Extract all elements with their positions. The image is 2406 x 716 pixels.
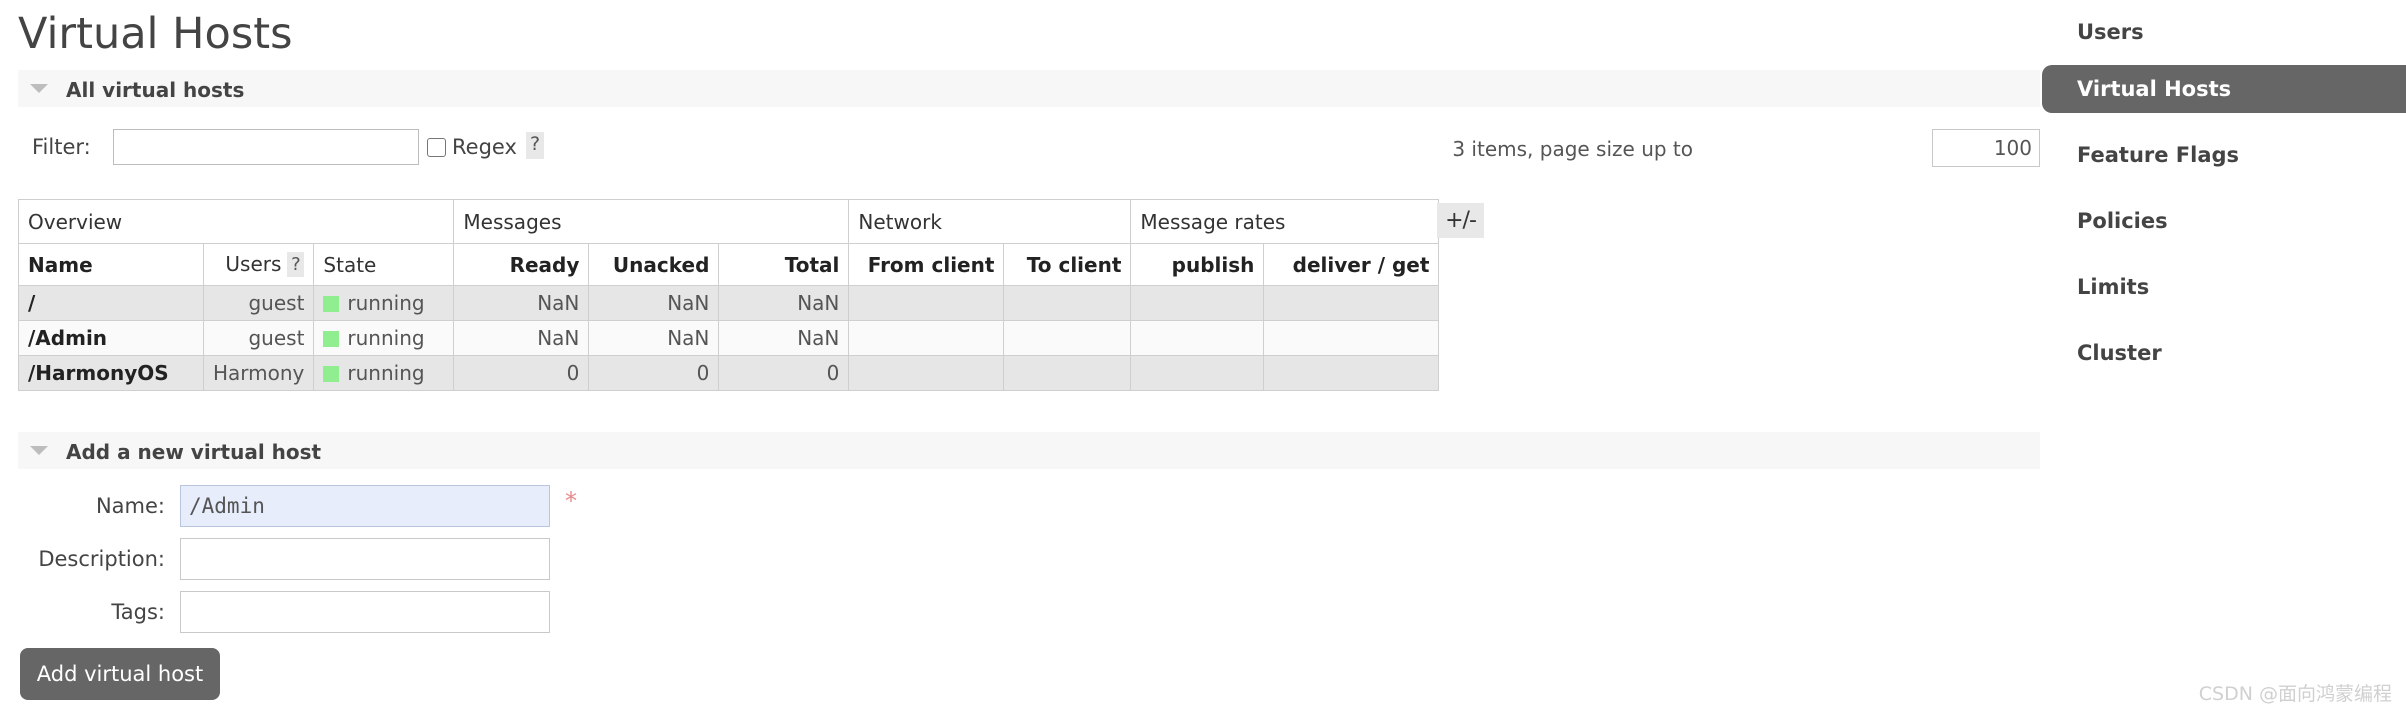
group-header-messages: Messages	[453, 199, 850, 244]
regex-checkbox[interactable]	[427, 138, 446, 157]
cell-to-client	[1003, 355, 1132, 391]
cell-state: running	[313, 355, 455, 391]
filter-input[interactable]	[113, 129, 419, 165]
caret-down-icon[interactable]	[30, 446, 48, 455]
status-running-icon	[323, 296, 340, 312]
main-content: Virtual Hosts All virtual hosts Filter: …	[0, 0, 2042, 716]
sidebar-item-feature-flags[interactable]: Feature Flags	[2042, 131, 2406, 179]
cell-users: guest	[202, 320, 315, 356]
tags-field-label: Tags:	[111, 600, 165, 624]
cell-ready: NaN	[453, 285, 590, 321]
group-header-network: Network	[848, 199, 1132, 244]
column-header-unacked[interactable]: Unacked	[588, 243, 720, 286]
filter-label: Filter:	[32, 135, 91, 159]
table-row[interactable]: /Admin guest running NaN NaN NaN	[18, 320, 1440, 356]
regex-help-icon[interactable]: ?	[526, 132, 544, 159]
section-header-all-virtual-hosts[interactable]: All virtual hosts	[18, 70, 2040, 107]
section-label-add-virtual-host: Add a new virtual host	[66, 440, 322, 464]
section-header-add-virtual-host[interactable]: Add a new virtual host	[18, 432, 2040, 469]
column-header-from-client[interactable]: From client	[848, 243, 1005, 286]
virtual-hosts-page: Virtual Hosts All virtual hosts Filter: …	[0, 0, 2406, 716]
cell-unacked: NaN	[588, 285, 720, 321]
required-marker: *	[565, 487, 577, 515]
cell-publish	[1130, 320, 1265, 356]
cell-from-client	[848, 285, 1005, 321]
column-header-total[interactable]: Total	[718, 243, 850, 286]
table-column-header-row: Name Users? State Ready Unacked Total Fr…	[18, 243, 1440, 286]
column-header-users[interactable]: Users?	[202, 243, 315, 286]
group-header-message-rates: Message rates	[1130, 199, 1440, 244]
column-header-deliver-get[interactable]: deliver / get	[1263, 243, 1440, 286]
cell-users: guest	[202, 285, 315, 321]
cell-publish	[1130, 285, 1265, 321]
virtual-hosts-table: Overview Messages Network Message rates …	[17, 199, 1440, 391]
column-header-to-client[interactable]: To client	[1003, 243, 1132, 286]
cell-unacked: NaN	[588, 320, 720, 356]
cell-state: running	[313, 285, 455, 321]
paging-summary: 3 items, page size up to	[1452, 137, 1693, 161]
cell-ready: 0	[453, 355, 590, 391]
name-field-label: Name:	[95, 494, 165, 518]
page-size-input[interactable]	[1932, 129, 2040, 167]
tags-input[interactable]	[180, 591, 550, 633]
cell-state-label: running	[347, 326, 425, 350]
column-header-name[interactable]: Name	[18, 243, 204, 286]
table-row[interactable]: / guest running NaN NaN NaN	[18, 285, 1440, 321]
column-header-users-label: Users	[225, 252, 282, 276]
regex-label: Regex	[452, 135, 517, 159]
cell-state-label: running	[347, 291, 425, 315]
cell-total: NaN	[718, 285, 850, 321]
cell-ready: NaN	[453, 320, 590, 356]
cell-name[interactable]: /Admin	[18, 320, 204, 356]
sidebar-item-cluster[interactable]: Cluster	[2042, 329, 2406, 377]
sidebar-item-virtual-hosts[interactable]: Virtual Hosts	[2042, 65, 2406, 113]
cell-to-client	[1003, 285, 1132, 321]
table-body: / guest running NaN NaN NaN /Admin guest…	[18, 285, 1440, 391]
table-group-header-row: Overview Messages Network Message rates	[17, 199, 1440, 244]
cell-unacked: 0	[588, 355, 720, 391]
sidebar-nav: Users Virtual Hosts Feature Flags Polici…	[2042, 0, 2406, 716]
add-virtual-host-button[interactable]: Add virtual host	[20, 648, 220, 700]
description-input[interactable]	[180, 538, 550, 580]
name-input[interactable]	[180, 485, 550, 527]
sidebar-item-limits[interactable]: Limits	[2042, 263, 2406, 311]
cell-state: running	[313, 320, 455, 356]
description-field-label: Description:	[38, 547, 165, 571]
cell-publish	[1130, 355, 1265, 391]
users-help-icon[interactable]: ?	[287, 252, 305, 277]
column-header-state[interactable]: State	[313, 243, 455, 286]
column-header-publish[interactable]: publish	[1130, 243, 1265, 286]
cell-state-label: running	[347, 361, 425, 385]
section-label-all-virtual-hosts: All virtual hosts	[66, 78, 245, 102]
cell-name[interactable]: /	[18, 285, 204, 321]
sidebar-item-policies[interactable]: Policies	[2042, 197, 2406, 245]
cell-deliver-get	[1263, 285, 1440, 321]
cell-to-client	[1003, 320, 1132, 356]
sidebar-item-users[interactable]: Users	[2042, 8, 2406, 56]
cell-total: 0	[718, 355, 850, 391]
cell-total: NaN	[718, 320, 850, 356]
page-title: Virtual Hosts	[18, 9, 293, 59]
cell-from-client	[848, 320, 1005, 356]
cell-from-client	[848, 355, 1005, 391]
column-header-ready[interactable]: Ready	[453, 243, 590, 286]
cell-deliver-get	[1263, 320, 1440, 356]
watermark: CSDN @面向鸿蒙编程	[2198, 683, 2392, 705]
table-row[interactable]: /HarmonyOS Harmony running 0 0 0	[18, 355, 1440, 391]
caret-down-icon[interactable]	[30, 84, 48, 93]
cell-deliver-get	[1263, 355, 1440, 391]
status-running-icon	[323, 366, 340, 382]
status-running-icon	[323, 331, 340, 347]
toggle-columns-button[interactable]: +/-	[1437, 203, 1484, 238]
group-header-overview: Overview	[17, 199, 455, 244]
cell-users: Harmony	[202, 355, 315, 391]
cell-name[interactable]: /HarmonyOS	[18, 355, 204, 391]
